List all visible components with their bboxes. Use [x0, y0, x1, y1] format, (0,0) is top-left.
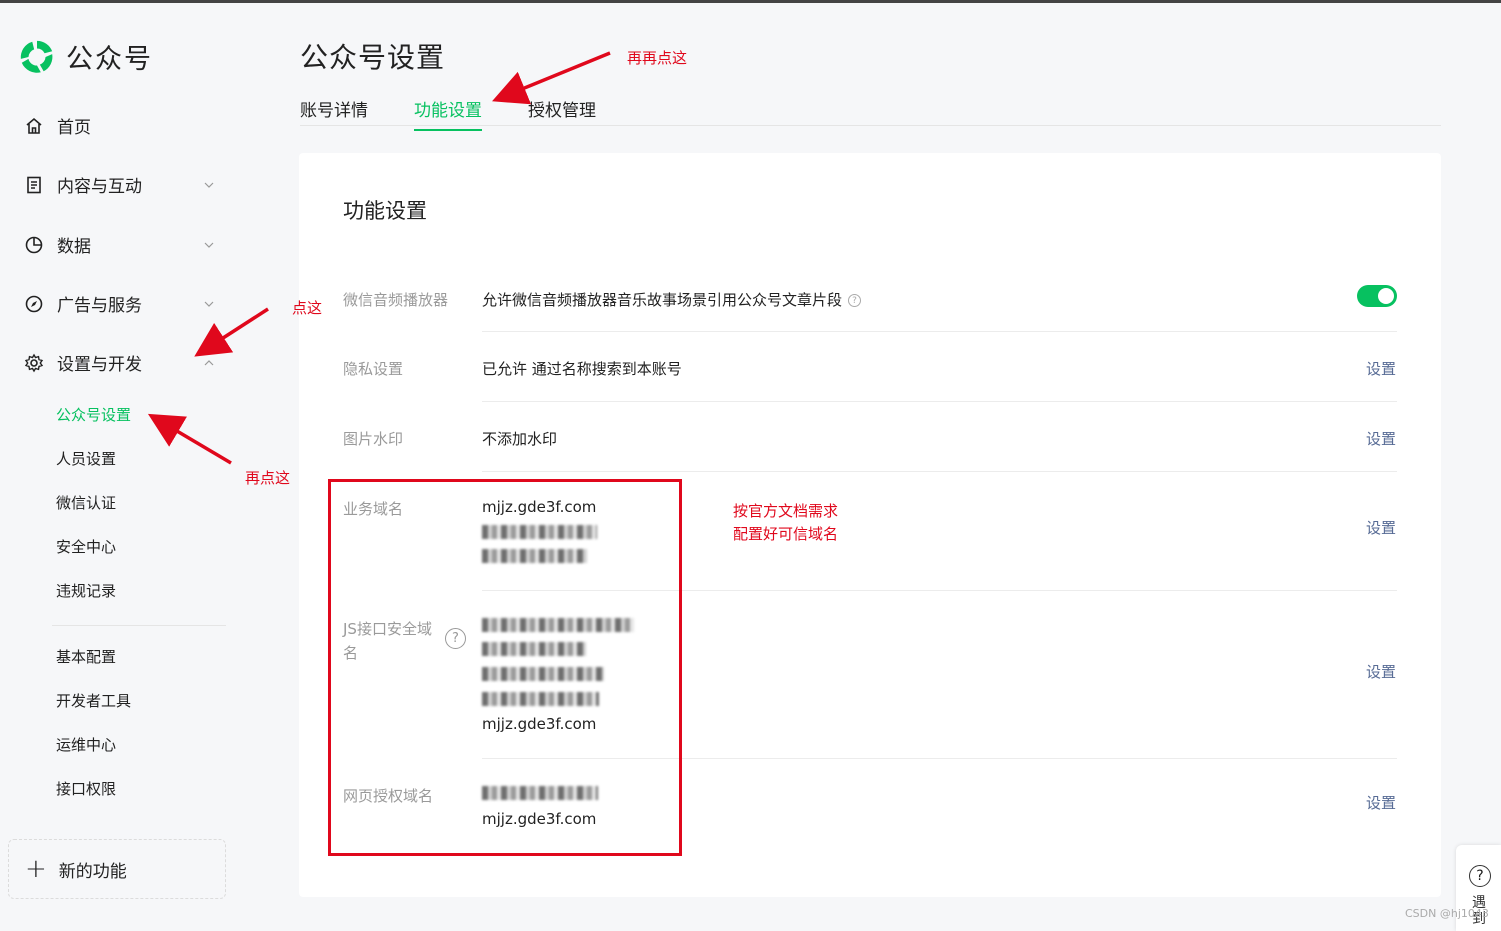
sidebar-item-settings[interactable]: 设置与开发 — [24, 350, 214, 375]
sidebar-sub-api-permissions[interactable]: 接口权限 — [56, 778, 116, 799]
sidebar-item-content[interactable]: 内容与互动 — [24, 172, 214, 197]
annotation-note-line2: 配置好可信域名 — [733, 525, 839, 543]
gear-icon — [24, 353, 44, 373]
document-icon — [24, 175, 44, 195]
plus-icon: + — [25, 854, 47, 884]
chevron-up-icon — [204, 359, 214, 365]
row-value-privacy: 已允许 通过名称搜索到本账号 — [482, 360, 682, 378]
sidebar-sub-dev-tools[interactable]: 开发者工具 — [56, 690, 131, 711]
chevron-down-icon — [204, 242, 214, 248]
sidebar-item-label: 内容与互动 — [57, 177, 142, 197]
sidebar-sub-account-settings[interactable]: 公众号设置 — [56, 404, 131, 425]
row-label-privacy: 隐私设置 — [343, 360, 404, 378]
sidebar-item-label: 设置与开发 — [57, 355, 142, 375]
row-label-watermark: 图片水印 — [343, 430, 404, 448]
sidebar-sub-staff-settings[interactable]: 人员设置 — [56, 448, 116, 469]
watermark: CSDN @hj1043 — [1405, 907, 1489, 920]
home-icon — [24, 116, 44, 136]
privacy-settings-link[interactable]: 设置 — [1366, 358, 1396, 379]
row-divider — [482, 331, 1397, 332]
page-title: 公众号设置 — [300, 41, 446, 74]
row-divider — [482, 471, 1397, 472]
sidebar-sub-ops-center[interactable]: 运维中心 — [56, 734, 116, 755]
help-icon[interactable]: ? — [848, 294, 862, 307]
audio-player-text: 允许微信音频播放器音乐故事场景引用公众号文章片段 — [482, 291, 843, 309]
new-features-button[interactable]: + 新的功能 — [8, 839, 226, 899]
sidebar-divider — [52, 625, 226, 626]
logo[interactable]: 公众号 — [18, 37, 153, 76]
sidebar-item-label: 数据 — [57, 237, 91, 257]
sidebar: 公众号 首页 内容与互动 数据 广告与服务 设置与开发 公众号设置 人员设置 微… — [0, 3, 242, 931]
tab-account-details[interactable]: 账号详情 — [300, 96, 368, 129]
annotation-again-again: 再再点这 — [627, 49, 688, 67]
card-title: 功能设置 — [343, 199, 427, 223]
row-label-audio-player: 微信音频播放器 — [343, 291, 449, 309]
sidebar-sub-wechat-verify[interactable]: 微信认证 — [56, 492, 116, 513]
tab-feature-settings[interactable]: 功能设置 — [414, 96, 482, 131]
business-domain-settings-link[interactable]: 设置 — [1366, 517, 1396, 538]
row-value-audio-player: 允许微信音频播放器音乐故事场景引用公众号文章片段? — [482, 289, 862, 310]
tab-authorization[interactable]: 授权管理 — [528, 96, 596, 129]
new-features-label: 新的功能 — [58, 861, 127, 882]
annotation-note-line1: 按官方文档需求 — [733, 502, 839, 520]
sidebar-sub-violations[interactable]: 违规记录 — [56, 580, 116, 601]
sidebar-item-label: 首页 — [57, 118, 91, 138]
sidebar-item-data[interactable]: 数据 — [24, 232, 214, 257]
chevron-down-icon — [204, 182, 214, 188]
annotation-again-here: 再点这 — [245, 469, 291, 487]
tab-bar: 账号详情 功能设置 授权管理 — [300, 96, 1441, 131]
row-divider — [482, 401, 1397, 402]
row-value-watermark: 不添加水印 — [482, 430, 558, 448]
sidebar-sub-basic-config[interactable]: 基本配置 — [56, 646, 116, 667]
question-icon: ? — [1469, 865, 1491, 887]
sidebar-item-label: 广告与服务 — [57, 296, 142, 316]
compass-icon — [24, 294, 44, 314]
sidebar-item-ads[interactable]: 广告与服务 — [24, 291, 214, 316]
pie-chart-icon — [24, 235, 44, 255]
sidebar-item-home[interactable]: 首页 — [24, 113, 214, 138]
wechat-logo-icon — [20, 40, 53, 73]
logo-text: 公众号 — [66, 44, 153, 75]
watermark-settings-link[interactable]: 设置 — [1366, 428, 1396, 449]
annotation-click-here: 点这 — [292, 299, 323, 317]
oauth-domain-settings-link[interactable]: 设置 — [1366, 792, 1396, 813]
arrow-to-feature-tab — [492, 51, 611, 105]
sidebar-sub-security[interactable]: 安全中心 — [56, 536, 116, 557]
js-domain-settings-link[interactable]: 设置 — [1366, 661, 1396, 682]
highlight-box — [328, 479, 682, 856]
audio-player-toggle[interactable] — [1357, 285, 1397, 307]
chevron-down-icon — [204, 301, 214, 307]
